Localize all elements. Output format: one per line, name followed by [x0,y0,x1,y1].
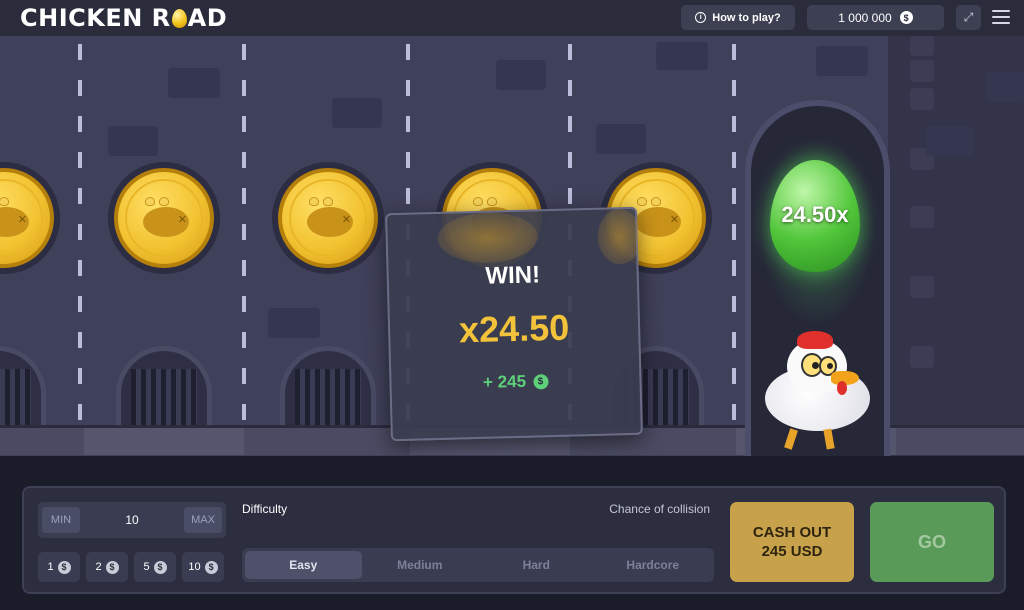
win-amount: + 245 $ [391,369,639,395]
logo-text-left: CHICKEN R [20,4,171,32]
sewer-grate [280,346,376,426]
wall-brick [496,60,546,90]
quick-bet-label: 2 [95,561,102,573]
wall-brick [910,60,934,82]
bet-amount-value[interactable]: 10 [125,513,138,527]
quick-bet-label: 10 [188,561,201,573]
quick-bet-2[interactable]: 2 $ [86,552,128,582]
wall-brick [108,126,158,156]
cash-out-amount: 245 USD [761,543,823,560]
wall-brick [910,346,934,368]
lane-divider [242,44,246,444]
wall-brick [268,308,320,338]
bet-amount-input[interactable]: MIN 10 MAX [38,502,226,538]
control-area: MIN 10 MAX 1 $ 2 $ 5 $ 10 $ Difficulty C… [0,456,1024,610]
menu-button[interactable] [992,8,1010,26]
info-icon: i [695,12,707,23]
fullscreen-button[interactable]: ⤢ [956,5,981,30]
dollar-coin-icon: $ [153,560,167,574]
goal-multiplier: 24.50x [781,202,849,227]
quick-bet-5[interactable]: 5 $ [134,552,176,582]
cash-out-label: CASH OUT [752,524,832,541]
difficulty-hardcore-tab[interactable]: Hardcore [595,551,712,579]
wall-brick [926,126,974,156]
top-bar: CHICKEN R AD i How to play? 1 000 000 $ ⤢ [0,0,1024,36]
wall-brick [168,68,220,98]
difficulty-medium-tab[interactable]: Medium [362,551,479,579]
fullscreen-icon: ⤢ [963,10,974,24]
dollar-coin-icon: $ [105,560,119,574]
quick-bet-label: 1 [47,561,54,573]
game-app: CHICKEN R AD i How to play? 1 000 000 $ ⤢ [0,0,1024,610]
control-panel: MIN 10 MAX 1 $ 2 $ 5 $ 10 $ Difficulty C… [22,486,1006,594]
wall-brick [986,72,1024,102]
wall-brick [656,42,708,70]
hamburger-line [992,22,1010,24]
win-popup: WIN! x24.50 + 245 $ [385,206,643,442]
blurred-coin [597,208,643,265]
egg-icon [171,8,187,28]
logo-text-right: AD [187,4,228,32]
wall-brick [910,276,934,298]
min-bet-button[interactable]: MIN [42,507,80,533]
chicken-character [757,331,882,456]
sewer-grate [116,346,212,426]
difficulty-label: Difficulty [242,502,288,516]
quick-bet-1[interactable]: 1 $ [38,552,80,582]
blurred-coin [437,211,539,264]
wall-brick [910,206,934,228]
fried-chicken-icon: ✕ [299,197,357,239]
lane-divider [78,44,82,444]
difficulty-selector: Easy Medium Hard Hardcore [242,548,714,582]
game-logo: CHICKEN R AD [20,4,227,32]
cash-out-button[interactable]: CASH OUT 245 USD [730,502,854,582]
go-button[interactable]: GO [870,502,994,582]
curb-segment [84,428,244,455]
lane-coin: ✕ [108,162,220,274]
how-to-play-label: How to play? [712,11,781,24]
wall-brick [816,46,868,76]
balance-value: 1 000 000 [838,10,892,25]
lane-coin: ✕ [272,162,384,274]
chance-of-collision-label: Chance of collision [609,502,710,516]
quick-bet-label: 5 [143,561,150,573]
win-multiplier: x24.50 [458,306,570,351]
balance-display: 1 000 000 $ [807,5,944,30]
lane-divider [732,44,736,444]
hamburger-line [992,10,1010,12]
quick-bet-10[interactable]: 10 $ [182,552,224,582]
win-amount-value: + 245 [482,371,527,392]
dollar-coin-icon: $ [899,11,913,24]
how-to-play-button[interactable]: i How to play? [681,5,795,30]
wall-brick [332,98,382,128]
win-title: WIN! [485,261,541,290]
wall-brick [910,36,934,56]
dollar-coin-icon: $ [57,560,71,574]
sewer-grate [0,346,46,426]
wall-brick [596,124,646,154]
dollar-coin-icon: $ [532,373,549,390]
difficulty-easy-tab[interactable]: Easy [245,551,362,579]
max-bet-button[interactable]: MAX [183,507,222,533]
dollar-coin-icon: $ [204,560,218,574]
wall-brick [910,88,934,110]
lane-coin: ✕ [0,162,60,274]
hamburger-line [992,16,1010,18]
fried-chicken-icon: ✕ [135,197,193,239]
difficulty-hard-tab[interactable]: Hard [478,551,595,579]
fried-chicken-icon: ✕ [0,197,33,239]
